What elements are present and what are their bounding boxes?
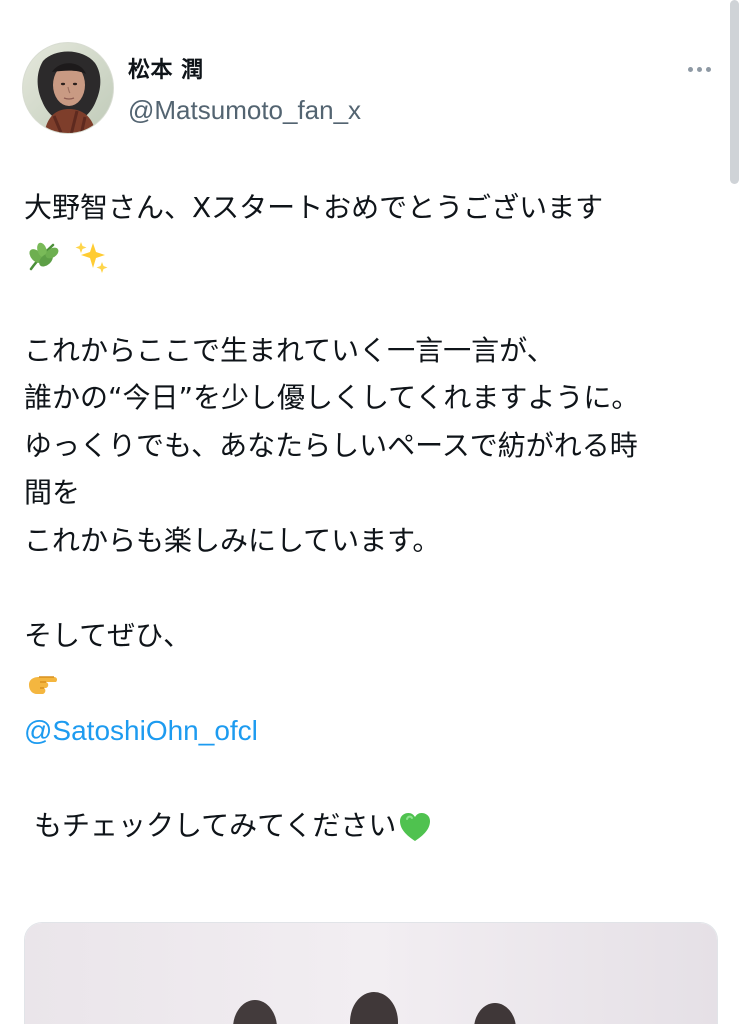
- tweet-line: 間を: [24, 476, 81, 509]
- tweet-body: 大野智さん、Xスタートおめでとうございます これからここで生まれていく一言一言が…: [24, 184, 722, 849]
- herb-icon: [24, 238, 62, 276]
- tweet-page: 松本 潤 @Matsumoto_fan_x 大野智さん、Xスタートおめでとうござ…: [0, 0, 742, 1024]
- tweet-line: 誰かの“今日”を少し優しくしてくれますように。: [24, 381, 640, 414]
- tweet-line: そしてぜひ、: [24, 618, 192, 652]
- pointing-line: [24, 659, 722, 707]
- mention-link[interactable]: @SatoshiOhn_ofcl: [24, 715, 258, 746]
- pointing-right-icon: [24, 665, 62, 703]
- green-heart-icon: [396, 808, 434, 846]
- tweet-media-image[interactable]: [24, 922, 718, 1024]
- tweet-line: ゆっくりでも、あなたらしいペースで紡がれる時: [24, 428, 638, 462]
- more-dot-icon: [705, 66, 711, 72]
- more-dot-icon: [696, 66, 702, 72]
- tweet-emoji-line: [24, 232, 722, 280]
- mention-line: @SatoshiOhn_ofcl: [24, 707, 722, 755]
- tweet-line: これからも楽しみにしています。: [24, 523, 441, 557]
- more-dot-icon: [687, 66, 693, 72]
- display-name[interactable]: 松本 潤: [128, 57, 204, 85]
- more-options-button[interactable]: [678, 56, 720, 82]
- sparkles-icon: [73, 238, 111, 276]
- scrollbar[interactable]: [730, 0, 739, 184]
- tweet-line: 大野智さん、Xスタートおめでとうございます: [24, 191, 604, 224]
- avatar[interactable]: [22, 42, 114, 134]
- final-line: もチェックしてみてください: [24, 802, 722, 850]
- tweet-line: これからここで生まれていく一言一言が、: [24, 333, 555, 367]
- user-handle[interactable]: @Matsumoto_fan_x: [128, 95, 361, 125]
- tweet-header: 松本 潤 @Matsumoto_fan_x: [22, 42, 712, 138]
- avatar-photo: [23, 43, 113, 133]
- media-photo: [25, 923, 717, 1024]
- tweet-line: もチェックしてみてください: [34, 808, 397, 842]
